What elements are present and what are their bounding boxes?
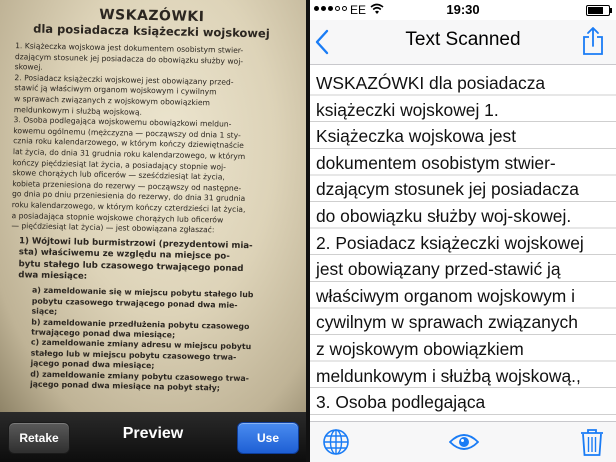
preview-toolbar: Retake Preview Use [0, 412, 306, 462]
bottom-toolbar [310, 421, 616, 462]
scanned-text-area[interactable]: WSKAZÓWKI dla posiadacza książeczki wojs… [310, 65, 616, 421]
photo-items: a) zameldowanie się w miejscu pobytu sta… [0, 285, 296, 395]
use-button[interactable]: Use [237, 422, 299, 454]
status-bar: EE 19:30 [310, 0, 616, 20]
nav-title: Text Scanned [405, 29, 521, 50]
globe-icon[interactable] [322, 428, 350, 456]
status-time: 19:30 [446, 2, 480, 17]
share-icon[interactable] [582, 26, 604, 56]
document-photo: WSKAZÓWKI dla posiadacza książeczki wojs… [0, 0, 306, 412]
text-scanned-screen: EE 19:30 Text Scanned WSKAZÓWKI dla posi… [310, 0, 616, 462]
photo-document-text: WSKAZÓWKI dla posiadacza książeczki wojs… [0, 3, 302, 396]
navigation-bar: Text Scanned [310, 20, 616, 65]
eye-icon[interactable] [449, 432, 479, 452]
scanned-text[interactable]: WSKAZÓWKI dla posiadacza książeczki wojs… [316, 70, 614, 421]
preview-screen: WSKAZÓWKI dla posiadacza książeczki wojs… [0, 0, 306, 462]
battery-icon [586, 5, 612, 16]
photo-paragraphs: 1. Książeczka wojskowa jest dokumentem o… [0, 41, 301, 238]
preview-title: Preview [122, 425, 184, 442]
chevron-left-icon[interactable] [314, 28, 330, 56]
photo-bold-paragraph: 1) Wójtowi lub burmistrzowi (prezydentow… [0, 235, 297, 287]
trash-icon[interactable] [580, 427, 604, 457]
retake-button[interactable]: Retake [8, 422, 70, 454]
